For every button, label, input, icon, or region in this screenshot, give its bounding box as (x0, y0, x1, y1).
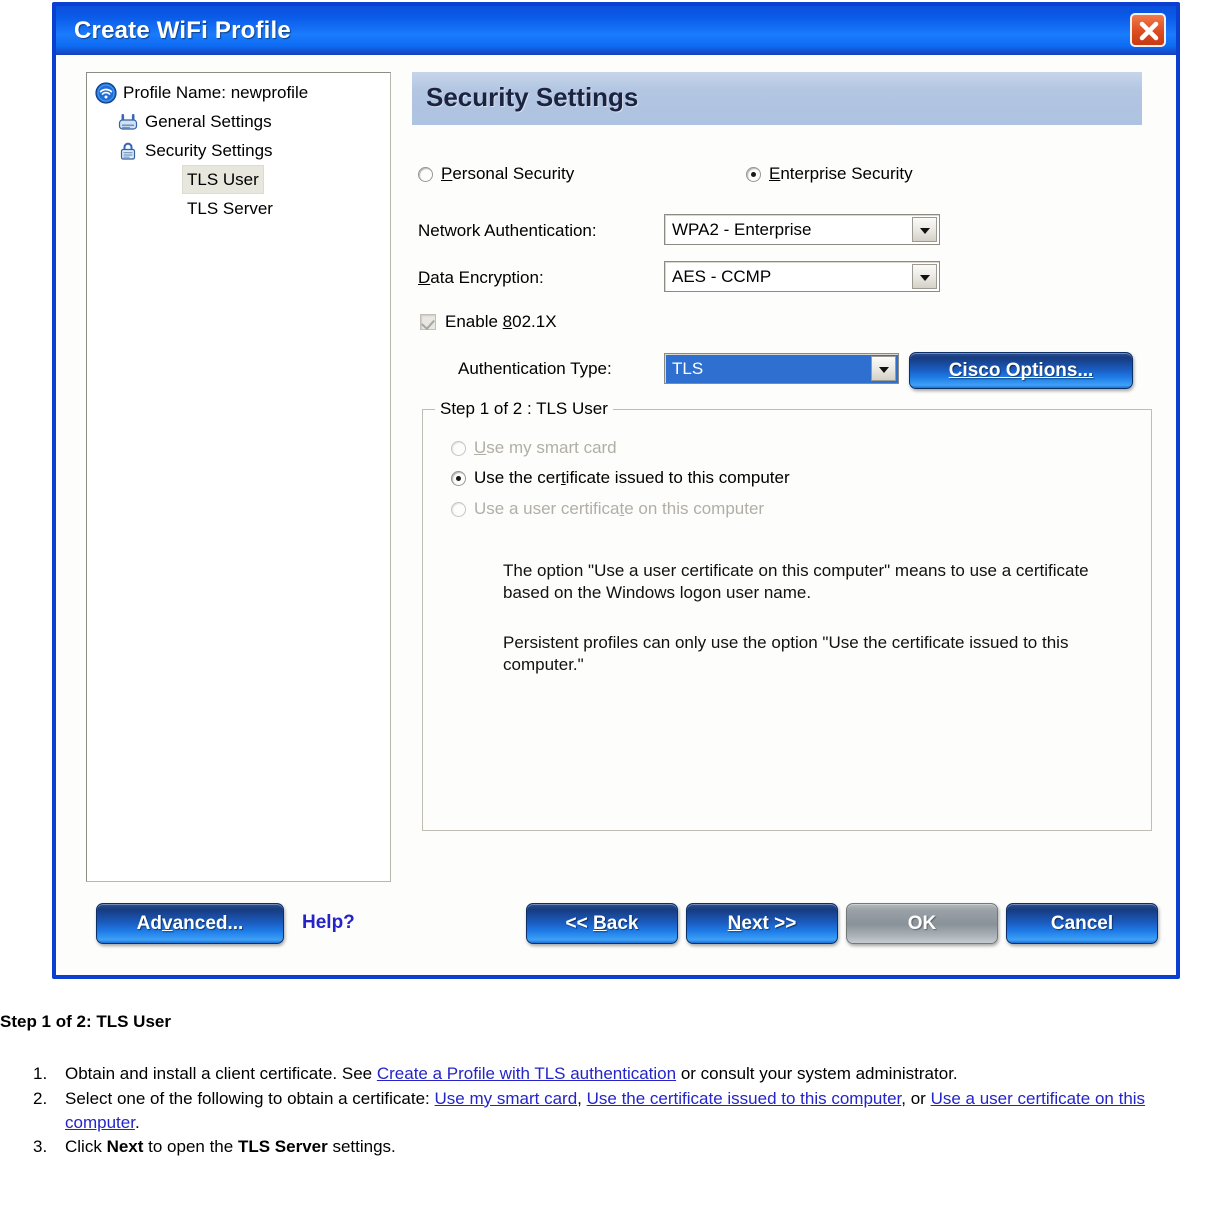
doc-step: 2. Select one of the following to obtain … (0, 1087, 1205, 1135)
doc-step-text: Click Next to open the TLS Server settin… (65, 1135, 1193, 1159)
radio-use-my-smart-card[interactable]: Use my smart card (451, 438, 617, 458)
next-button[interactable]: Next >> (686, 903, 838, 944)
data-encryption-label: Data Encryption: (418, 268, 544, 287)
enable-8021x-checkbox[interactable] (420, 314, 436, 330)
page-title: Security Settings (426, 82, 639, 112)
radio-mark (418, 166, 433, 182)
doc-link[interactable]: Create a Profile with TLS authentication (377, 1064, 676, 1083)
lock-icon (117, 140, 139, 162)
tree-item-label: TLS Server (187, 198, 273, 218)
radio-label: Use my smart card (474, 438, 617, 457)
advanced-button[interactable]: Advanced... (96, 903, 284, 944)
close-x-glyph (1139, 21, 1159, 41)
doc-text-run: to open the (143, 1137, 238, 1157)
next-label: Next >> (727, 912, 797, 934)
enable-8021x-label: Enable 802.1X (445, 312, 557, 331)
doc-heading: Step 1 of 2: TLS User (0, 1012, 171, 1031)
doc-text-run: or consult your system administrator. (676, 1064, 958, 1083)
cisco-options-label: Cisco Options... (948, 359, 1094, 381)
doc-link[interactable]: Use my smart card (435, 1089, 578, 1108)
doc-text-run: settings. (327, 1137, 396, 1157)
network-auth-label: Network Authentication: (418, 221, 597, 240)
doc-step-text: Select one of the following to obtain a … (65, 1087, 1193, 1135)
doc-text-run: Click (65, 1137, 107, 1157)
network-auth-value: WPA2 - Enterprise (672, 220, 812, 239)
cisco-options-button[interactable]: Cisco Options... (909, 352, 1133, 389)
doc-step: 1. Obtain and install a client certificat… (0, 1062, 1205, 1086)
doc-link[interactable]: Use the certificate issued to this compu… (587, 1089, 902, 1108)
network-auth-select[interactable]: WPA2 - Enterprise (664, 214, 940, 245)
tree-item-security-settings[interactable]: Security Settings (117, 137, 273, 164)
doc-text-run: Obtain and install a client certificate.… (65, 1064, 377, 1083)
tree-item-profile-name[interactable]: Profile Name: newprofile (95, 79, 308, 106)
help-link[interactable]: Help? (302, 912, 355, 934)
radio-personal-security[interactable]: PPersonal Securityersonal Security (418, 164, 574, 184)
note-user-certificate: The option "Use a user certificate on th… (503, 561, 1089, 603)
chevron-down-icon[interactable] (871, 356, 896, 381)
close-icon[interactable] (1130, 13, 1166, 47)
chevron-down-icon[interactable] (912, 264, 937, 289)
doc-step-number: 3. (33, 1137, 48, 1157)
doc-step-number: 1. (33, 1064, 48, 1083)
dialog-title: Create WiFi Profile (74, 17, 291, 44)
groupbox-legend: Step 1 of 2 : TLS User (435, 399, 613, 419)
doc-step-number: 2. (33, 1088, 48, 1108)
note-persistent-profiles: Persistent profiles can only use the opt… (503, 633, 1069, 675)
doc-text-run: . (134, 1112, 140, 1132)
doc-steps-list: 1. Obtain and install a client certificat… (0, 1062, 1205, 1160)
doc-step: 3. Click Next to open the TLS Server sett… (0, 1135, 1205, 1159)
radio-use-certificate-issued-to-computer[interactable]: Use the certificate issued to this compu… (451, 468, 790, 488)
dialog-body: Profile Name: newprofile General Setting… (56, 55, 1176, 975)
chevron-down-icon[interactable] (912, 217, 937, 242)
tls-user-groupbox: Step 1 of 2 : TLS User Use my smart card… (422, 399, 1152, 831)
data-encryption-select[interactable]: AES - CCMP (664, 261, 940, 292)
doc-step-text: Obtain and install a client certificate.… (65, 1062, 1193, 1086)
pane-header: Security Settings (412, 72, 1142, 125)
doc-emphasis: Next (106, 1137, 144, 1157)
tree-item-tls-server[interactable]: TLS Server (187, 195, 273, 222)
radio-label: Use the certificate issued to this compu… (474, 468, 790, 487)
advanced-label: Advanced... (136, 912, 244, 934)
radio-mark (451, 470, 466, 486)
radio-mark (451, 440, 466, 456)
radio-use-user-certificate-on-computer[interactable]: Use a user certificate on this computer (451, 499, 764, 519)
radio-label: Enterprise Security (769, 164, 913, 183)
data-encryption-value: AES - CCMP (672, 267, 772, 286)
access-point-icon (117, 111, 139, 133)
doc-text-run: , or (901, 1088, 931, 1108)
create-wifi-profile-dialog: Create WiFi Profile Profile Name: newpro… (52, 2, 1180, 979)
radio-mark (451, 501, 466, 517)
back-button[interactable]: << Back (526, 903, 678, 944)
tree-item-general-settings[interactable]: General Settings (117, 108, 272, 135)
doc-text-run: Select one of the following to obtain a … (65, 1088, 435, 1108)
ok-label: OK (907, 912, 937, 934)
security-settings-pane: Security Settings PPersonal Securityerso… (412, 72, 1152, 882)
radio-label: PPersonal Securityersonal Security (441, 164, 575, 183)
dialog-titlebar[interactable]: Create WiFi Profile (56, 6, 1176, 55)
tree-item-label: TLS User (187, 169, 259, 189)
auth-type-select[interactable]: TLS (664, 353, 899, 384)
tree-item-label: Profile Name: newprofile (123, 82, 309, 102)
auth-type-label: Authentication Type: (458, 359, 612, 378)
dialog-footer: Advanced... Help? << Back Next >> OK Can… (56, 895, 1176, 965)
doc-text-run: , (577, 1088, 587, 1108)
tree-item-label: General Settings (145, 111, 272, 131)
back-label: << Back (565, 912, 639, 934)
tree-item-label: Security Settings (145, 140, 273, 160)
tree-item-tls-user[interactable]: TLS User (183, 166, 263, 193)
profile-tree: Profile Name: newprofile General Setting… (86, 72, 391, 882)
cancel-button[interactable]: Cancel (1006, 903, 1158, 944)
doc-emphasis: TLS Server (237, 1137, 328, 1157)
radio-enterprise-security[interactable]: Enterprise Security (746, 164, 913, 184)
radio-label: Use a user certificate on this computer (474, 499, 765, 518)
radio-mark (746, 166, 761, 182)
wifi-icon (95, 81, 117, 104)
cancel-label: Cancel (1050, 912, 1114, 934)
ok-button[interactable]: OK (846, 903, 998, 944)
auth-type-value: TLS (672, 359, 704, 378)
